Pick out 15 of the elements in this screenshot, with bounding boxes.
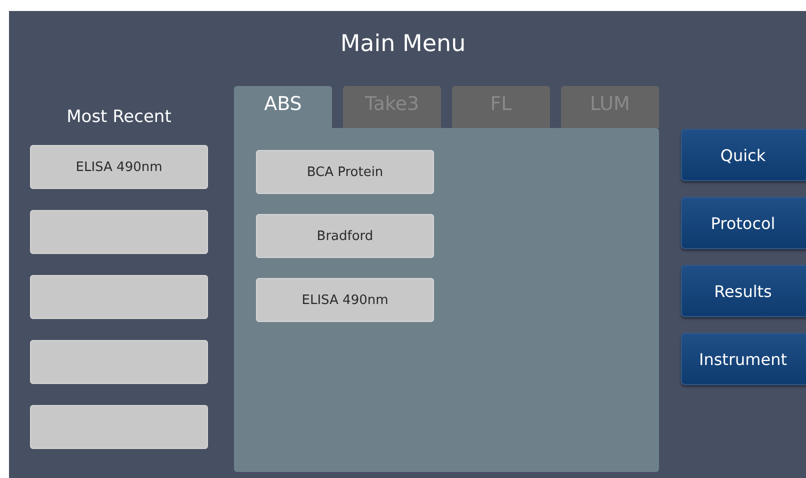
section-heading: Most Recent xyxy=(66,107,172,129)
assay-button[interactable]: ELISA 490nm xyxy=(256,278,434,322)
empty-slot-button[interactable] xyxy=(30,275,208,319)
recent-protocol-button[interactable]: ELISA 490nm xyxy=(30,145,208,189)
assay-button[interactable]: BCA Protein xyxy=(256,150,434,194)
screen-title: Main Menu xyxy=(339,30,467,59)
nav-button[interactable]: Instrument xyxy=(681,333,806,385)
empty-slot-button[interactable] xyxy=(30,340,208,384)
assay-button[interactable]: Bradford xyxy=(256,214,434,258)
nav-button[interactable]: Results xyxy=(681,265,806,317)
nav-button[interactable]: Protocol xyxy=(681,197,806,249)
tab[interactable]: ABS xyxy=(234,86,332,128)
empty-slot-button[interactable] xyxy=(30,405,208,449)
nav-button[interactable]: Quick xyxy=(681,129,806,181)
empty-slot-button[interactable] xyxy=(30,210,208,254)
